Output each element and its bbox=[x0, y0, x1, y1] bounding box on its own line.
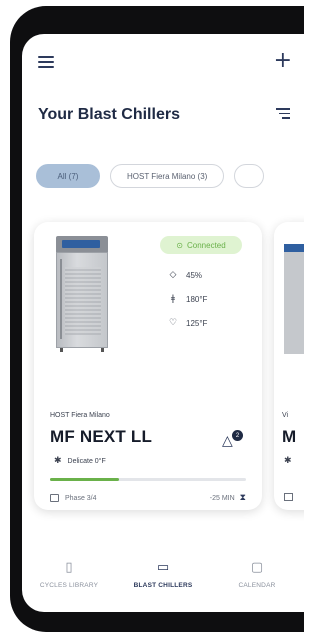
nav-blast-chillers[interactable]: ▭ BLAST CHILLERS bbox=[116, 554, 210, 612]
sort-list-icon[interactable] bbox=[276, 108, 290, 120]
card-model: MF NEXT LL bbox=[50, 427, 153, 446]
card-model: M bbox=[282, 427, 297, 446]
blast-chiller-image bbox=[284, 244, 304, 354]
book-icon: ▯ bbox=[65, 560, 73, 575]
hourglass-icon: ⧗ bbox=[239, 493, 246, 503]
calendar-icon: ▢ bbox=[250, 560, 264, 575]
app-screen: + Your Blast Chillers All (7) HOST Fiera… bbox=[22, 34, 304, 612]
core-temp-value: 180°F bbox=[186, 294, 208, 304]
nav-calendar[interactable]: ▢ CALENDAR bbox=[210, 554, 304, 612]
notification-button[interactable]: △ 2 bbox=[222, 430, 243, 450]
time-remaining: -25 MIN ⧗ bbox=[210, 493, 246, 503]
core-temp-metric: ǂ 180°F bbox=[168, 294, 208, 304]
status-badge: ⊙ Connected bbox=[160, 236, 242, 254]
notification-count: 2 bbox=[232, 430, 243, 441]
drop-icon: ◇ bbox=[169, 270, 177, 280]
mode-label: Delicate 0°F bbox=[67, 457, 106, 465]
nav-label: BLAST CHILLERS bbox=[133, 582, 193, 589]
phase-icon bbox=[50, 494, 59, 502]
device-frame: + Your Blast Chillers All (7) HOST Fiera… bbox=[0, 0, 304, 637]
wifi-icon: ⊙ bbox=[176, 240, 183, 250]
air-temp-metric: ♡ 125°F bbox=[168, 318, 207, 328]
card-location: HOST Fiera Milano bbox=[50, 412, 110, 419]
phase-info: Phase 3/4 bbox=[50, 494, 97, 502]
page-title: Your Blast Chillers bbox=[38, 106, 180, 123]
humidity-value: 45% bbox=[186, 270, 203, 280]
blast-chiller-card-next[interactable]: Vi M ✱ bbox=[274, 222, 304, 510]
blast-chiller-card[interactable]: ⊙ Connected ◇ 45% ǂ 180°F ♡ 125°F HOST F… bbox=[34, 222, 262, 510]
probe-icon: ǂ bbox=[170, 294, 176, 304]
nav-cycles-library[interactable]: ▯ CYCLES LIBRARY bbox=[22, 554, 116, 612]
blast-chiller-image bbox=[56, 236, 108, 354]
heart-icon: ♡ bbox=[168, 318, 178, 328]
nav-label: CALENDAR bbox=[238, 582, 276, 589]
hamburger-menu-icon[interactable] bbox=[38, 56, 54, 69]
chip-all[interactable]: All (7) bbox=[36, 164, 100, 188]
cycle-mode: ✱ Delicate 0°F bbox=[54, 456, 106, 466]
chip-host-fiera-milano[interactable]: HOST Fiera Milano (3) bbox=[110, 164, 225, 188]
bottom-navigation: ▯ CYCLES LIBRARY ▭ BLAST CHILLERS ▢ CALE… bbox=[22, 554, 304, 612]
phase-label: Phase 3/4 bbox=[65, 494, 97, 502]
status-label: Connected bbox=[187, 240, 226, 250]
filter-chips: All (7) HOST Fiera Milano (3) bbox=[36, 164, 265, 188]
snowflake-icon: ✱ bbox=[54, 456, 62, 466]
remaining-label: -25 MIN bbox=[209, 494, 235, 502]
chip-more[interactable] bbox=[234, 164, 265, 188]
phase-icon bbox=[284, 493, 293, 501]
snowflake-icon: ✱ bbox=[284, 456, 292, 466]
nav-label: CYCLES LIBRARY bbox=[39, 582, 99, 589]
progress-fill bbox=[50, 478, 119, 481]
chiller-icon: ▭ bbox=[156, 560, 170, 575]
add-icon[interactable]: + bbox=[274, 50, 292, 72]
card-location: Vi bbox=[282, 412, 289, 419]
cycle-progress bbox=[50, 478, 246, 481]
air-temp-value: 125°F bbox=[186, 318, 208, 328]
humidity-metric: ◇ 45% bbox=[168, 270, 202, 280]
